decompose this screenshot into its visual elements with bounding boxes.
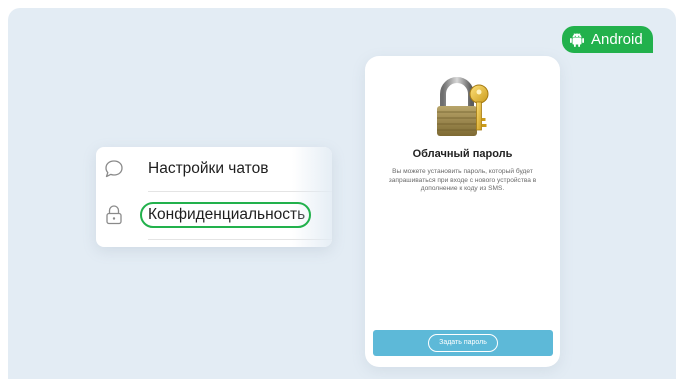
settings-item-label: Настройки чатов — [148, 160, 269, 177]
divider — [148, 239, 332, 240]
settings-menu-card: Настройки чатов Конфиденциальность — [96, 147, 332, 247]
set-password-button[interactable]: Задать пароль — [373, 330, 553, 356]
set-password-button-label: Задать пароль — [428, 334, 498, 352]
cloud-password-screen: Облачный пароль Вы можете установить пар… — [365, 56, 560, 367]
android-icon — [569, 32, 585, 48]
lock-icon — [104, 204, 124, 226]
chat-bubble-icon — [104, 158, 124, 180]
divider — [148, 191, 332, 192]
settings-item-chats[interactable]: Настройки чатов — [96, 147, 332, 191]
cloud-password-title: Облачный пароль — [412, 148, 513, 160]
settings-item-label: Конфиденциальность — [148, 206, 306, 223]
android-badge-label: Android — [591, 31, 643, 48]
cloud-password-description: Вы можете установить пароль, который буд… — [388, 168, 537, 193]
android-badge: Android — [562, 26, 653, 53]
padlock-key-icon — [433, 74, 493, 144]
settings-item-privacy[interactable]: Конфиденциальность — [96, 193, 332, 237]
